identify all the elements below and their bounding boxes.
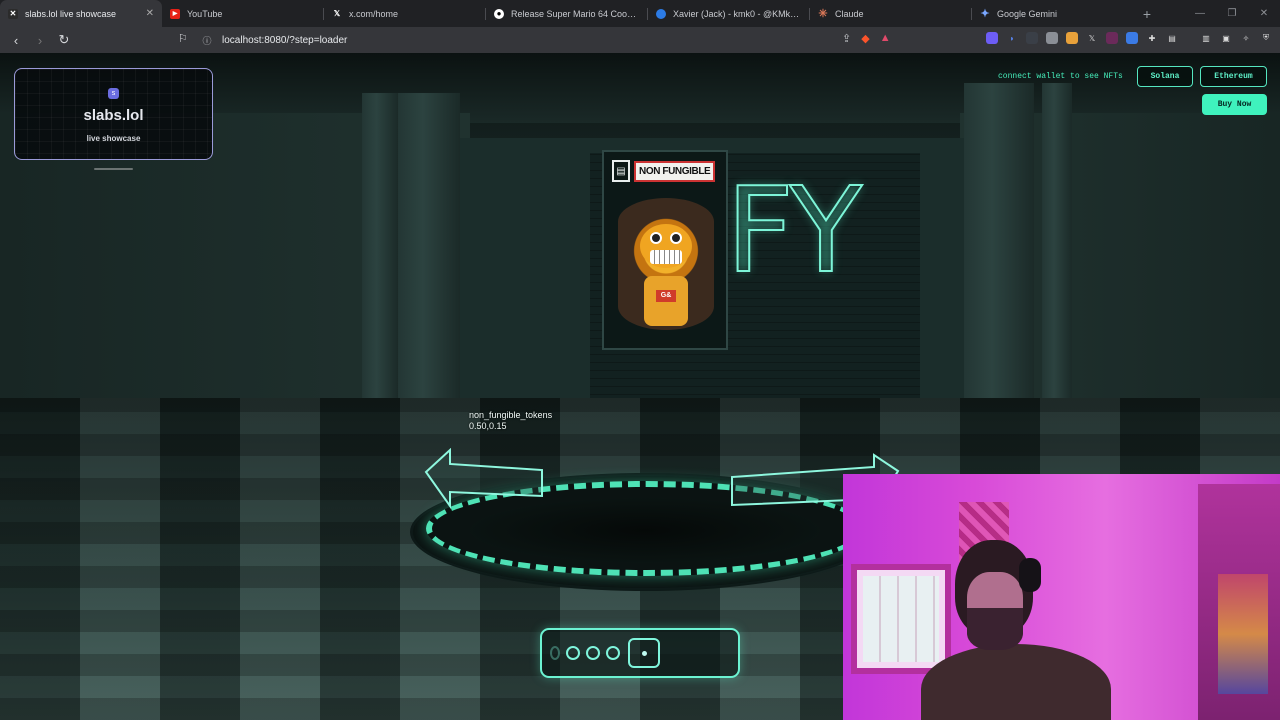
brand-subtitle: live showcase (86, 134, 141, 143)
address-bar[interactable]: ⓘ localhost:8080/?step=loader (200, 30, 908, 50)
loader-dot[interactable] (606, 646, 620, 660)
neon-letters: FY (725, 161, 863, 299)
globe-favicon-icon (656, 8, 666, 19)
x-favicon-icon: 𝕏 (333, 9, 341, 18)
step-loader (540, 628, 740, 678)
tab-xavier[interactable]: Xavier (Jack) - kmk0 - @KMkota0 (648, 0, 810, 27)
brand-card: s slabs.lol live showcase (14, 68, 213, 160)
showcase-scene[interactable]: ▤ NON FUNGIBLE G& FY non_fungible_tokens… (0, 53, 1280, 720)
character-eye (670, 232, 682, 244)
extensions-area: ◗ 𝕏 ✚ ▤ ▥ ▣ ✧ ⛨ ≡ (986, 32, 1280, 44)
reload-icon[interactable]: ↻ (54, 30, 74, 50)
poster-title: NON FUNGIBLE (634, 160, 716, 182)
bookmark-icon[interactable]: ⚐ (178, 32, 188, 45)
loader-dot-selected[interactable] (628, 638, 660, 668)
extension-icon[interactable] (1106, 32, 1118, 44)
x-extension-icon[interactable]: 𝕏 (1086, 32, 1098, 44)
github-favicon-icon: ● (494, 8, 504, 19)
youtube-favicon-icon: ▶ (170, 8, 180, 19)
wallet-hint: connect wallet to see NFTs (998, 72, 1123, 81)
wallet-icon[interactable]: ▣ (1220, 32, 1232, 44)
brand-logo-icon: s (108, 88, 119, 99)
extension-icon[interactable] (1126, 32, 1138, 44)
side-panel-icon[interactable]: ▥ (1200, 32, 1212, 44)
close-tab-icon[interactable]: ✕ (146, 8, 154, 19)
webcam-overlay (843, 474, 1280, 720)
extension-icon[interactable] (986, 32, 998, 44)
nft-poster[interactable]: ▤ NON FUNGIBLE G& (602, 150, 728, 350)
maximize-icon[interactable]: ❐ (1216, 0, 1248, 27)
ethereum-button[interactable]: Ethereum (1200, 66, 1267, 87)
tab-x[interactable]: 𝕏 x.com/home (324, 0, 486, 27)
tab-title: x.com/home (349, 8, 399, 19)
brave-shield-icon[interactable]: ◆ (861, 32, 869, 45)
forward-icon[interactable]: › (30, 30, 50, 50)
window-controls: — ❐ ✕ (1184, 0, 1280, 27)
extension-icon[interactable] (1046, 32, 1058, 44)
loader-dot[interactable] (550, 646, 560, 660)
poster-header: ▤ NON FUNGIBLE (612, 158, 720, 184)
brand-divider (94, 168, 133, 170)
new-tab-button[interactable]: + (1134, 0, 1160, 27)
loader-dot[interactable] (566, 646, 580, 660)
minimize-icon[interactable]: — (1184, 0, 1216, 27)
headset-icon (1019, 558, 1041, 592)
browser-toolbar: ‹ › ↻ ⚐ ⓘ localhost:8080/?step=loader ⇪ … (0, 27, 1280, 53)
site-info-icon[interactable]: ⓘ (200, 34, 214, 47)
url-text: localhost:8080/?step=loader (222, 34, 348, 46)
brave-rewards-icon[interactable]: ▲ (880, 32, 891, 45)
tab-title: Claude (835, 8, 864, 19)
extension-icon[interactable] (1026, 32, 1038, 44)
brand-name: slabs.lol (83, 107, 144, 124)
extension-icon[interactable]: ◗ (1006, 32, 1018, 44)
character-badge: G& (656, 290, 676, 302)
solana-button[interactable]: Solana (1137, 66, 1193, 87)
leo-icon[interactable]: ✧ (1240, 32, 1252, 44)
rotate-left-arrow-icon[interactable] (422, 448, 547, 514)
vpn-icon[interactable]: ⛨ (1260, 32, 1272, 44)
item-name: non_fungible_tokens (469, 410, 553, 420)
nft-image: G& (618, 198, 714, 330)
puzzle-icon[interactable]: ✚ (1146, 32, 1158, 44)
tab-gemini[interactable]: ✦ Google Gemini (972, 0, 1134, 27)
tab-github[interactable]: ● Release Super Mario 64 Coop Delux (486, 0, 648, 27)
webcam-window-blinds (863, 576, 939, 662)
slabs-favicon-icon: ✕ (8, 8, 18, 19)
character-teeth (650, 250, 682, 264)
tab-slabs[interactable]: ✕ slabs.lol live showcase ✕ (0, 0, 162, 27)
loader-dot[interactable] (586, 646, 600, 660)
tab-title: YouTube (187, 8, 223, 19)
webcam-cloth (1218, 574, 1268, 694)
item-label: non_fungible_tokens 0.50,0.15 (469, 410, 552, 432)
close-window-icon[interactable]: ✕ (1248, 0, 1280, 27)
tab-claude[interactable]: ✳ Claude (810, 0, 972, 27)
address-actions: ⇪ ◆ ▲ (842, 32, 891, 45)
poster-logo-icon: ▤ (612, 160, 630, 182)
claude-favicon-icon: ✳ (818, 8, 828, 20)
back-icon[interactable]: ‹ (6, 30, 26, 50)
extension-icon[interactable] (1066, 32, 1078, 44)
tab-title: slabs.lol live showcase (25, 8, 117, 19)
tab-bar: ✕ slabs.lol live showcase ✕ ▶ YouTube 𝕏 … (0, 0, 1280, 27)
item-coords: 0.50,0.15 (469, 421, 507, 431)
gemini-favicon-icon: ✦ (980, 8, 990, 20)
sidebar-icon[interactable]: ▤ (1166, 32, 1178, 44)
buy-now-button[interactable]: Buy Now (1202, 94, 1267, 115)
tab-title: Release Super Mario 64 Coop Delux (511, 8, 640, 19)
tab-title: Xavier (Jack) - kmk0 - @KMkota0 (673, 8, 802, 19)
webcam-person-beard (967, 608, 1023, 650)
tab-title: Google Gemini (997, 8, 1058, 19)
character-eye (650, 232, 662, 244)
tab-youtube[interactable]: ▶ YouTube (162, 0, 324, 27)
share-icon[interactable]: ⇪ (842, 32, 851, 45)
